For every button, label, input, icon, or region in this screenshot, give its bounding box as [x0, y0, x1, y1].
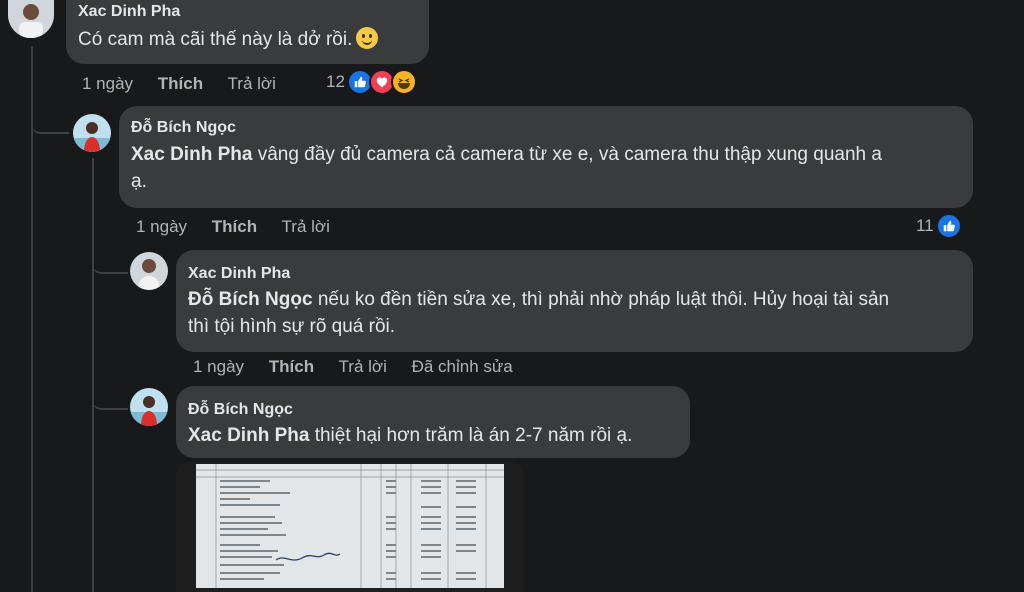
comment-bubble: Đỗ Bích Ngọc Xac Dinh Pha thiệt hại hơn … — [176, 386, 690, 458]
avatar[interactable] — [130, 252, 168, 290]
reply-button[interactable]: Trả lời — [228, 74, 276, 93]
reaction-summary[interactable]: 11 — [916, 213, 962, 239]
comment-time[interactable]: 1 ngày — [82, 74, 133, 93]
thread-connector — [92, 388, 128, 410]
comment-author[interactable]: Xac Dinh Pha — [78, 2, 417, 22]
comment-text-body: nếu ko đền tiền sửa xe, thì phải nhờ phá… — [312, 289, 890, 310]
reaction-count: 11 — [916, 216, 934, 235]
avatar[interactable] — [8, 0, 54, 38]
reply-button[interactable]: Trả lời — [282, 217, 330, 236]
thread-connector — [31, 112, 69, 134]
comment-text-body: thiệt hại hơn trăm là án 2-7 năm rồi ạ. — [309, 425, 633, 446]
reaction-count: 12 — [326, 72, 345, 91]
comment-actions: 1 ngày Thích Trả lời — [136, 217, 350, 237]
thread-connector — [92, 252, 128, 274]
like-button[interactable]: Thích — [212, 217, 257, 236]
comment-author[interactable]: Đỗ Bích Ngọc — [188, 400, 678, 420]
reaction-summary[interactable]: 12 — [326, 69, 417, 95]
comment-text-body: vâng đầy đủ camera cả camera từ xe e, và… — [252, 144, 882, 165]
comment-text: Xac Dinh Pha vâng đầy đủ camera cả camer… — [131, 141, 961, 168]
comment-text: Xac Dinh Pha thiệt hại hơn trăm là án 2-… — [188, 422, 678, 449]
comment-author[interactable]: Đỗ Bích Ngọc — [131, 118, 961, 138]
like-button[interactable]: Thích — [158, 74, 203, 93]
like-button[interactable]: Thích — [269, 357, 314, 376]
avatar[interactable] — [130, 388, 168, 426]
comment-text: ạ. — [131, 171, 147, 192]
comment-time[interactable]: 1 ngày — [136, 217, 187, 236]
comment-text: Đỗ Bích Ngọc nếu ko đền tiền sửa xe, thì… — [188, 286, 961, 313]
comment-actions: 1 ngày Thích Trả lời — [82, 74, 296, 94]
comment-text-body: Có cam mà cãi thế này là dở rồi. — [78, 29, 353, 50]
invoice-document-image — [196, 464, 504, 588]
mention-link[interactable]: Đỗ Bích Ngọc — [188, 289, 313, 310]
avatar[interactable] — [73, 114, 111, 152]
comment-time[interactable]: 1 ngày — [193, 357, 244, 376]
comment-text: Có cam mà cãi thế này là dở rồi. — [78, 26, 417, 53]
slightly-smiling-face-icon — [356, 27, 379, 49]
mention-link[interactable]: Xac Dinh Pha — [131, 144, 252, 165]
reply-button[interactable]: Trả lời — [339, 357, 387, 376]
mention-link[interactable]: Xac Dinh Pha — [188, 425, 309, 446]
comment-text: thì tội hình sự rõ quá rồi. — [188, 316, 396, 337]
comment-author[interactable]: Xac Dinh Pha — [188, 264, 961, 284]
haha-icon — [390, 69, 417, 95]
comment-actions: 1 ngày Thích Trả lời Đã chỉnh sửa — [193, 357, 533, 377]
comment-bubble: Đỗ Bích Ngọc Xac Dinh Pha vâng đầy đủ ca… — [119, 106, 973, 208]
comment-bubble: Xac Dinh Pha Có cam mà cãi thế này là dở… — [66, 0, 429, 64]
thread-line-reply — [92, 158, 94, 592]
comment-photo[interactable] — [176, 462, 524, 592]
edited-label[interactable]: Đã chỉnh sửa — [412, 357, 513, 376]
comment-bubble: Xac Dinh Pha Đỗ Bích Ngọc nếu ko đền tiề… — [176, 250, 973, 352]
like-icon — [935, 213, 962, 239]
